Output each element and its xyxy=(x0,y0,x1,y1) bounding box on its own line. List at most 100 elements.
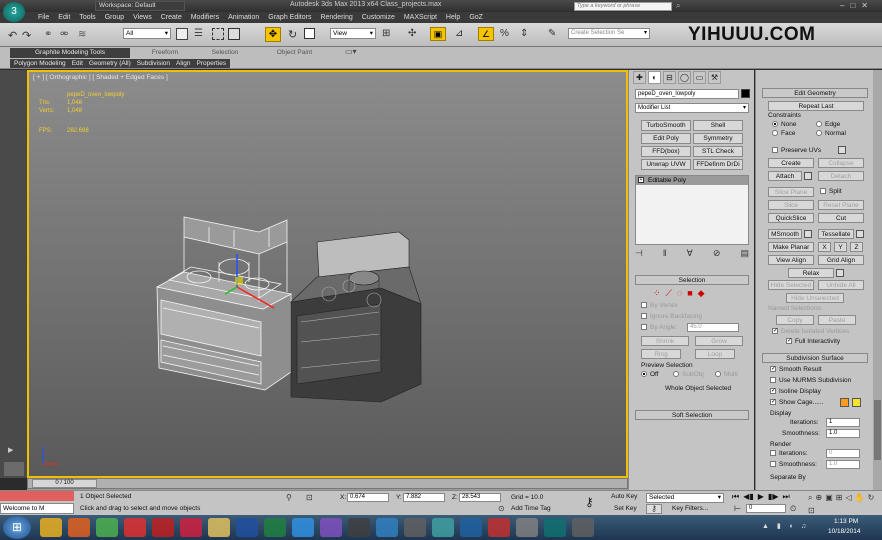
menu-animation[interactable]: Animation xyxy=(228,13,268,22)
loop-button[interactable]: Loop xyxy=(695,349,735,359)
modifier-list-dropdown[interactable]: Modifier List ▾ xyxy=(635,103,749,113)
key-icon[interactable]: ⚷ xyxy=(585,495,594,509)
ribbon-sub-subdivision[interactable]: Subdivision xyxy=(137,59,170,68)
add-time-tag[interactable]: Add Time Tag xyxy=(511,505,551,512)
attach-button[interactable]: Attach xyxy=(768,171,802,181)
vs-icon[interactable] xyxy=(320,518,342,537)
x-coord-field[interactable]: 0.674 xyxy=(347,493,389,502)
link-icon[interactable]: ⚭ xyxy=(44,29,52,40)
chrome2-icon[interactable] xyxy=(96,518,118,537)
edge-mode-icon[interactable]: ⟋ xyxy=(666,288,672,299)
msmooth-button[interactable]: MSmooth xyxy=(768,229,802,239)
ignore-backfacing-checkbox[interactable] xyxy=(641,313,647,320)
prev-frame-icon[interactable]: ◀▮ xyxy=(743,492,754,502)
planar-y-button[interactable]: Y xyxy=(834,242,847,252)
lock-selection-icon[interactable]: ⚲ xyxy=(286,493,292,502)
edit-named-sel-icon[interactable]: ✎ xyxy=(548,28,556,39)
3dsmax-taskbar-icon[interactable] xyxy=(544,518,566,537)
key-mode-dropdown[interactable]: Selected ▾ xyxy=(646,493,724,503)
mod-stl-check-button[interactable]: STL Check xyxy=(693,146,743,157)
time-slider[interactable]: 0 / 100 xyxy=(32,479,97,488)
select-by-name-icon[interactable]: ☰ xyxy=(194,28,203,39)
mod-unwrap-uvw-button[interactable]: Unwrap UVW xyxy=(641,159,691,170)
snap-icon[interactable]: ⊿ xyxy=(455,28,463,39)
smoothness-spinner[interactable]: 1.0 xyxy=(826,429,860,438)
scene-objects[interactable] xyxy=(29,72,626,476)
maximize-viewport-icon[interactable]: ⊡ xyxy=(808,506,815,515)
relax-settings-icon[interactable] xyxy=(836,269,844,277)
make-unique-icon[interactable]: ∀ xyxy=(687,248,693,260)
subdivision-surface-header[interactable]: Subdivision Surface xyxy=(762,353,868,363)
use-nurms-checkbox[interactable] xyxy=(770,377,776,384)
menu-tools[interactable]: Tools xyxy=(79,13,104,22)
opera-icon[interactable] xyxy=(180,518,202,537)
quickslice-button[interactable]: QuickSlice xyxy=(768,213,814,223)
ribbon-options-icon[interactable]: ▭▾ xyxy=(345,47,357,56)
move-icon[interactable]: ✥ xyxy=(265,27,281,42)
grid-align-button[interactable]: Grid Align xyxy=(818,255,864,265)
redo-icon[interactable]: ↷ xyxy=(22,29,31,42)
repeat-last-button[interactable]: Repeat Last xyxy=(768,101,864,111)
view-align-button[interactable]: View Align xyxy=(768,255,814,265)
scrollbar-thumb[interactable] xyxy=(874,400,881,460)
render-iterations-spinner[interactable]: 0 xyxy=(826,449,860,458)
settings-icon[interactable] xyxy=(572,518,594,537)
rect-selection-icon[interactable] xyxy=(212,28,224,40)
menu-group[interactable]: Group xyxy=(105,13,133,22)
percent-snap-icon[interactable]: % xyxy=(500,28,509,39)
iterations-spinner[interactable]: 1 xyxy=(826,418,860,427)
filezilla-icon[interactable] xyxy=(152,518,174,537)
use-nurms-option[interactable]: Use NURMS Subdivision xyxy=(770,377,851,384)
render-smoothness-spinner[interactable]: 1.0 xyxy=(826,460,860,469)
workspace-dropdown[interactable]: Workspace: Default xyxy=(95,1,185,11)
menu-create[interactable]: Create xyxy=(161,13,191,22)
ribbon-sub-edit[interactable]: Edit xyxy=(72,59,83,68)
remove-modifier-icon[interactable]: ⊘ xyxy=(713,248,721,260)
goto-end-icon[interactable]: ⏭ xyxy=(782,492,789,502)
constraint-none-radio[interactable] xyxy=(772,121,778,128)
maxscript-panel[interactable] xyxy=(4,462,24,476)
window-crossing-icon[interactable] xyxy=(228,28,240,40)
stack-expand-icon[interactable]: + xyxy=(638,177,644,183)
media-icon[interactable] xyxy=(124,518,146,537)
app2-icon[interactable] xyxy=(488,518,510,537)
render-smoothness-option[interactable]: Smoothness: xyxy=(770,461,817,468)
maxscript-input[interactable]: Welcome to M xyxy=(0,503,74,514)
clock-date[interactable]: 10/18/2014 xyxy=(828,528,861,535)
ribbon-sub-properties[interactable]: Properties xyxy=(197,59,227,68)
constraint-edge-radio[interactable] xyxy=(816,121,822,128)
selection-rollout-header[interactable]: Selection xyxy=(635,275,749,285)
keyboard-shortcut-icon[interactable]: ▣ xyxy=(430,27,446,41)
ribbon-tab-graphite[interactable]: Graphite Modeling Tools xyxy=(10,48,130,58)
time-config-icon[interactable]: ⏲ xyxy=(790,504,796,514)
render-iterations-option[interactable]: Iterations: xyxy=(770,450,808,457)
pin-stack-icon[interactable]: ⊣ xyxy=(635,248,643,260)
attach-list-icon[interactable] xyxy=(804,172,812,180)
full-interactivity-checkbox[interactable]: ✓ xyxy=(786,338,792,345)
pan-icon[interactable]: ✋ xyxy=(855,493,865,503)
stack-item-editable-poly[interactable]: Editable Poly xyxy=(636,176,748,185)
ribbon-sub-polygon-modeling[interactable]: Polygon Modeling xyxy=(14,59,66,68)
modify-tab-icon[interactable]: ◐ xyxy=(648,71,661,84)
by-vertex-option[interactable]: By Vertex xyxy=(641,302,678,309)
full-interactivity-option[interactable]: ✓ Full Interactivity xyxy=(786,338,840,345)
by-angle-spinner[interactable]: 45.0 xyxy=(687,323,739,332)
orbit-icon[interactable]: ↻ xyxy=(868,493,875,503)
set-key-button[interactable]: Set Key xyxy=(614,505,637,512)
isoline-display-checkbox[interactable]: ✓ xyxy=(770,388,776,395)
constraint-none-option[interactable]: None xyxy=(772,121,797,128)
by-vertex-checkbox[interactable] xyxy=(641,302,647,309)
msmooth-settings-icon[interactable] xyxy=(804,230,812,238)
menu-maxscript[interactable]: MAXScript xyxy=(404,13,446,22)
smooth-result-option[interactable]: ✓ Smooth Result xyxy=(770,366,822,373)
constraint-face-radio[interactable] xyxy=(772,130,778,137)
mod-edit-poly-button[interactable]: Edit Poly xyxy=(641,133,691,144)
start-button[interactable]: ⊞ xyxy=(3,516,31,539)
planar-x-button[interactable]: X xyxy=(818,242,831,252)
preview-off-option[interactable]: Off xyxy=(641,371,659,378)
mod-symmetry-button[interactable]: Symmetry xyxy=(693,133,743,144)
excel-icon[interactable] xyxy=(264,518,286,537)
pivot-icon[interactable]: ⊞ xyxy=(382,28,390,39)
named-selection-dropdown[interactable]: Create Selection Se ▾ xyxy=(568,28,650,39)
render-smoothness-checkbox[interactable] xyxy=(770,461,776,468)
